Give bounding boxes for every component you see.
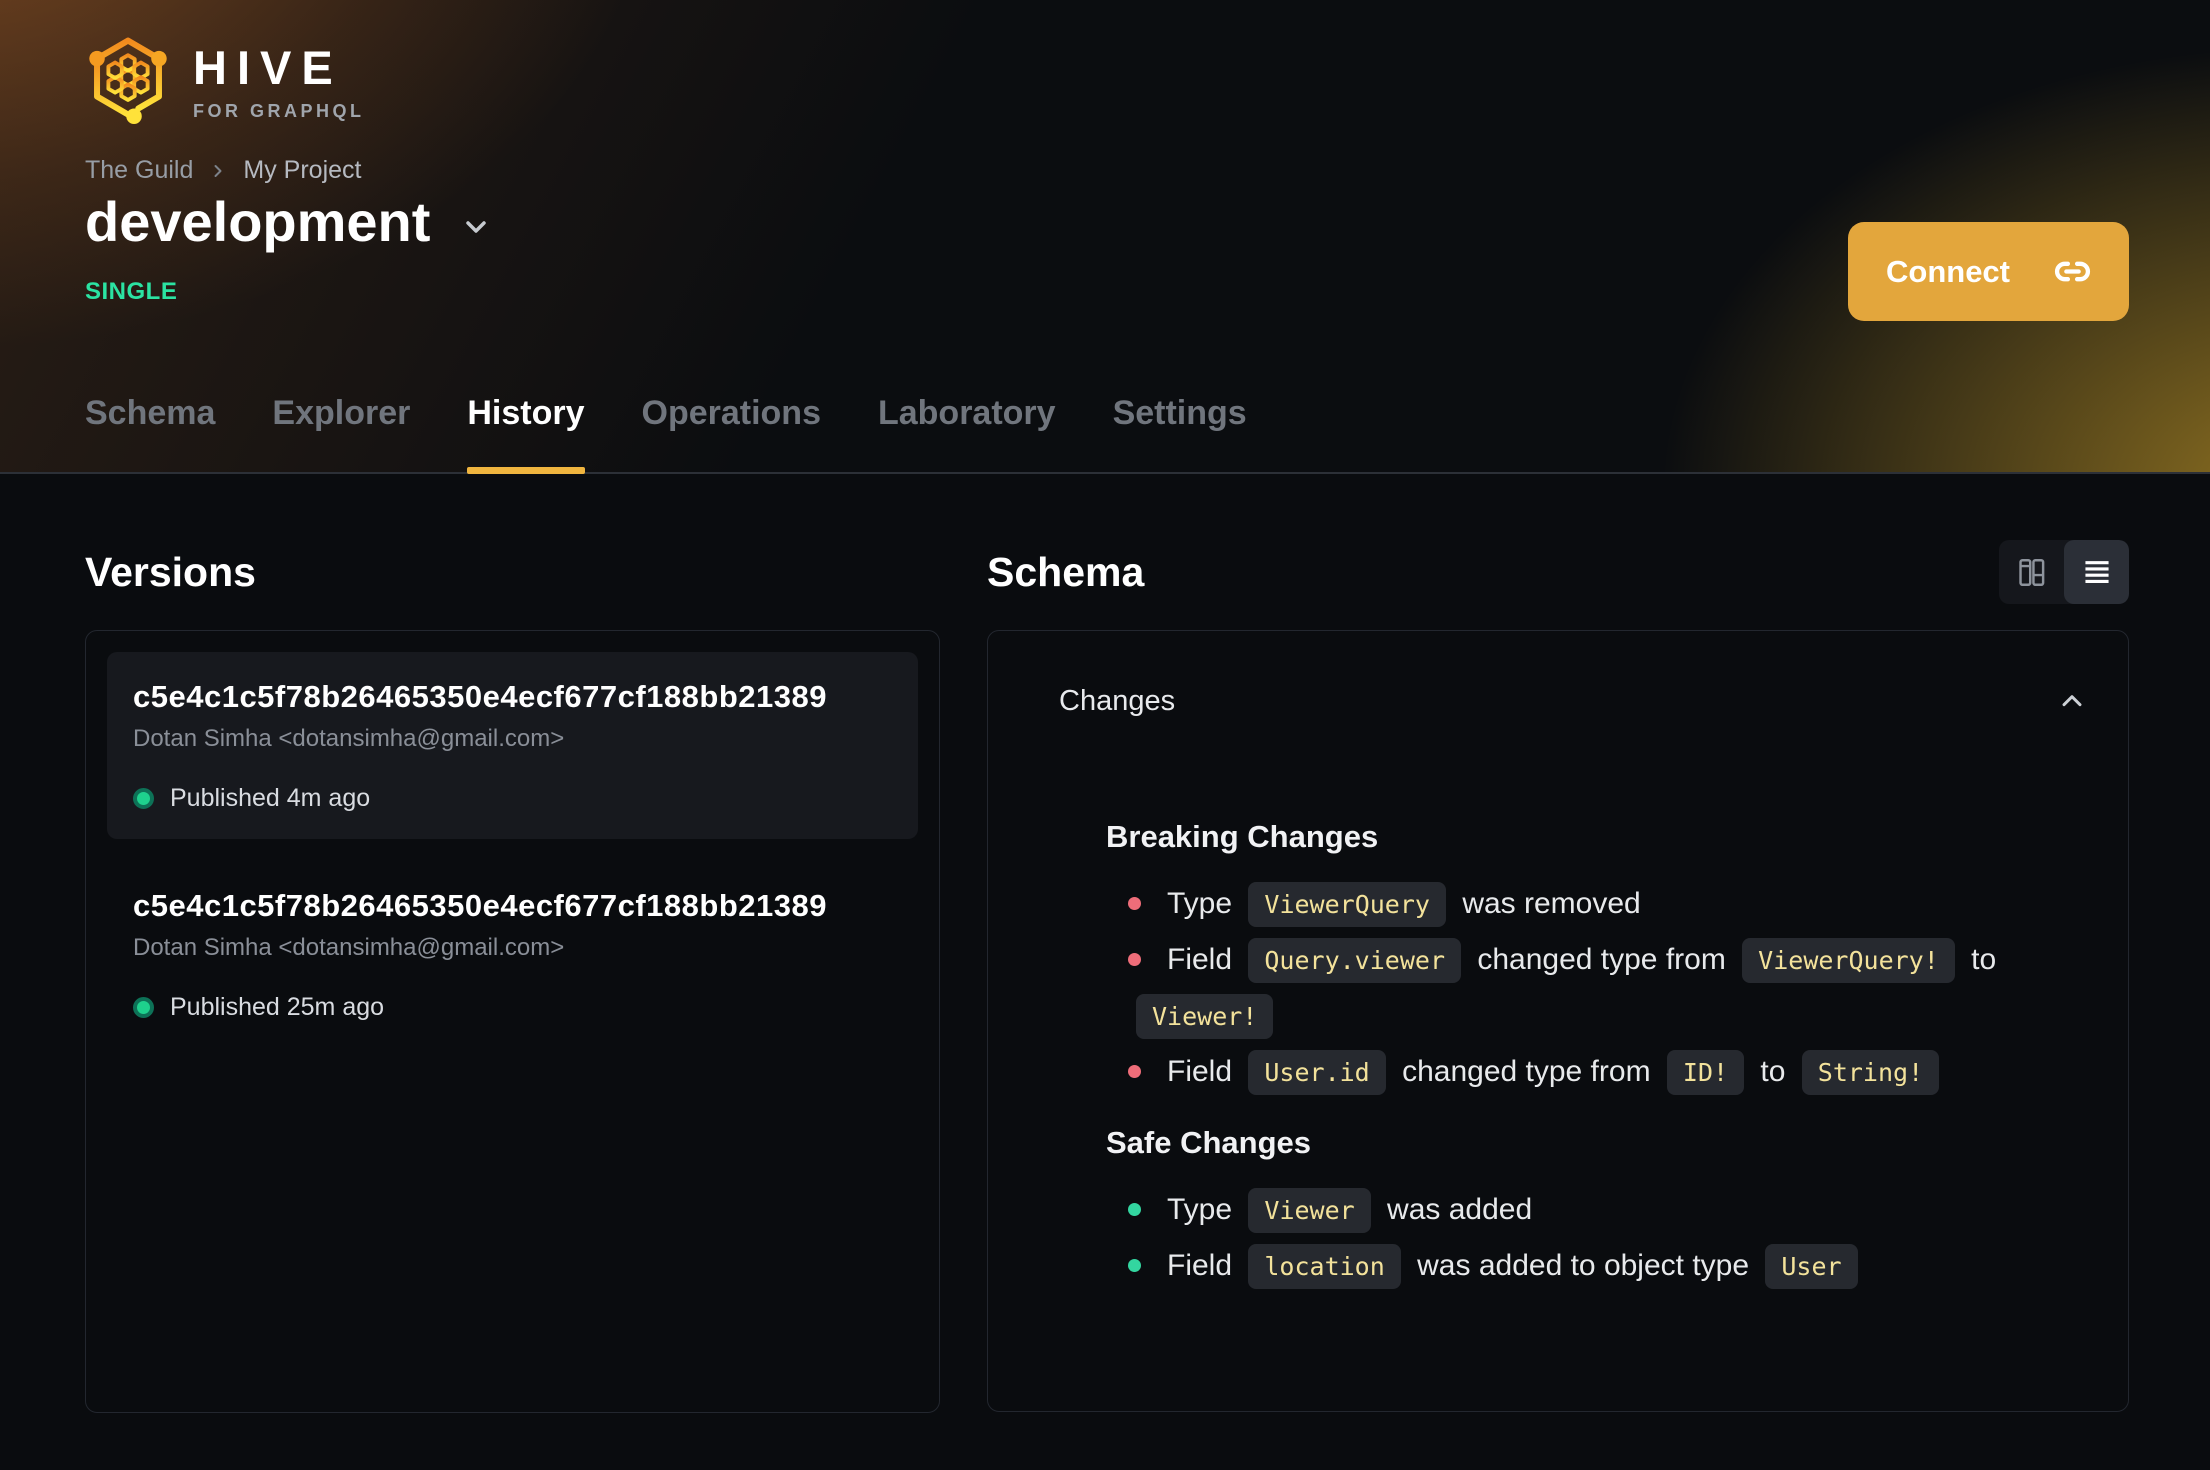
hive-logo[interactable]: HIVE FOR GRAPHQL xyxy=(85,34,365,128)
version-hash: c5e4c1c5f78b26465350e4ecf677cf188bb21389 xyxy=(133,679,827,714)
version-hash: c5e4c1c5f78b26465350e4ecf677cf188bb21389 xyxy=(133,888,827,923)
code-chip: ViewerQuery xyxy=(1248,882,1446,927)
tab-history[interactable]: History xyxy=(467,394,585,474)
versions-panel: Versions c5e4c1c5f78b26465350e4ecf677cf1… xyxy=(85,474,940,1413)
chevron-up-icon[interactable] xyxy=(2056,686,2088,718)
change-item: Field location was added to object type … xyxy=(1128,1238,2088,1294)
list-icon xyxy=(2084,561,2109,583)
brand-text: HIVE FOR GRAPHQL xyxy=(193,34,365,122)
code-chip: ID! xyxy=(1666,1050,1745,1095)
main-content: Versions c5e4c1c5f78b26465350e4ecf677cf1… xyxy=(0,474,2210,1413)
breaking-bullet-icon xyxy=(1128,953,1141,966)
breaking-changes-title: Breaking Changes xyxy=(1106,819,1379,854)
breaking-bullet-icon xyxy=(1128,897,1141,910)
tab-schema[interactable]: Schema xyxy=(85,394,215,472)
schema-panel: Schema Changes Breaking Changes Type Vie… xyxy=(987,474,2129,1413)
brand-tagline: FOR GRAPHQL xyxy=(193,101,365,121)
safe-changes-title: Safe Changes xyxy=(1106,1125,1312,1160)
tab-operations[interactable]: Operations xyxy=(642,394,821,472)
connect-button-label: Connect xyxy=(1886,253,2010,289)
code-chip: ViewerQuery! xyxy=(1742,938,1955,983)
version-author: Dotan Simha <dotansimha@gmail.com> xyxy=(133,725,565,752)
changes-collapse-header[interactable]: Changes xyxy=(1059,685,2088,718)
version-status: Published 25m ago xyxy=(133,993,892,1022)
breadcrumb-org-link[interactable]: The Guild xyxy=(85,156,193,185)
list-view-button[interactable] xyxy=(2064,540,2129,604)
page-title: development xyxy=(85,190,431,253)
change-item: Type ViewerQuery was removed xyxy=(1128,876,2088,932)
versions-heading: Versions xyxy=(85,548,256,595)
version-status: Published 4m ago xyxy=(133,784,892,813)
published-dot-icon xyxy=(133,997,154,1018)
code-chip: location xyxy=(1248,1244,1401,1289)
version-item-selected[interactable]: c5e4c1c5f78b26465350e4ecf677cf188bb21389… xyxy=(107,652,918,839)
main-tabs: Schema Explorer History Operations Labor… xyxy=(85,394,1247,474)
safe-changes-section: Safe Changes Type Viewer was added Field… xyxy=(1106,1124,2088,1294)
change-item: Field Query.viewer changed type from Vie… xyxy=(1128,932,2088,1044)
tab-explorer[interactable]: Explorer xyxy=(272,394,410,472)
changes-card: Changes Breaking Changes Type ViewerQuer… xyxy=(987,630,2129,1412)
app-header: HIVE FOR GRAPHQL The Guild My Project de… xyxy=(0,0,2210,474)
brand-name: HIVE xyxy=(193,41,343,94)
columns-icon xyxy=(2019,558,2045,586)
version-status-text: Published 4m ago xyxy=(170,784,371,812)
target-selector[interactable]: development xyxy=(85,190,492,254)
tab-settings[interactable]: Settings xyxy=(1113,394,1247,472)
chevron-right-icon xyxy=(208,161,228,181)
change-item: Type Viewer was added xyxy=(1128,1182,2088,1238)
code-chip: Viewer! xyxy=(1136,994,1274,1039)
code-chip: User xyxy=(1765,1244,1858,1289)
code-chip: Query.viewer xyxy=(1248,938,1461,983)
link-icon xyxy=(2054,253,2091,290)
safe-changes-list: Type Viewer was added Field location was… xyxy=(1128,1182,2088,1294)
safe-bullet-icon xyxy=(1128,1259,1141,1272)
breadcrumb-project-link[interactable]: My Project xyxy=(243,156,361,185)
change-item: Field User.id changed type from ID! to S… xyxy=(1128,1044,2088,1100)
diff-view-button[interactable] xyxy=(1999,540,2064,604)
chevron-down-icon[interactable] xyxy=(460,211,492,243)
active-tab-underline xyxy=(467,467,585,474)
changes-title: Changes xyxy=(1059,685,1176,717)
breadcrumb: The Guild My Project xyxy=(85,156,361,185)
breaking-changes-section: Breaking Changes Type ViewerQuery was re… xyxy=(1106,818,2088,1100)
versions-list: c5e4c1c5f78b26465350e4ecf677cf188bb21389… xyxy=(85,630,940,1413)
version-status-text: Published 25m ago xyxy=(170,993,385,1021)
version-item[interactable]: c5e4c1c5f78b26465350e4ecf677cf188bb21389… xyxy=(107,861,918,1048)
safe-bullet-icon xyxy=(1128,1203,1141,1216)
view-toggle xyxy=(1999,540,2129,604)
tab-laboratory[interactable]: Laboratory xyxy=(878,394,1056,472)
breaking-bullet-icon xyxy=(1128,1065,1141,1078)
published-dot-icon xyxy=(133,788,154,809)
code-chip: User.id xyxy=(1248,1050,1386,1095)
version-author: Dotan Simha <dotansimha@gmail.com> xyxy=(133,934,565,961)
code-chip: String! xyxy=(1801,1050,1940,1095)
breaking-changes-list: Type ViewerQuery was removed Field Query… xyxy=(1128,876,2088,1100)
hive-logo-icon xyxy=(89,37,167,124)
changes-body: Breaking Changes Type ViewerQuery was re… xyxy=(1106,818,2088,1294)
schema-heading: Schema xyxy=(987,548,1145,595)
target-mode-badge: SINGLE xyxy=(85,278,178,305)
connect-button[interactable]: Connect xyxy=(1848,222,2129,321)
code-chip: Viewer xyxy=(1248,1188,1371,1233)
